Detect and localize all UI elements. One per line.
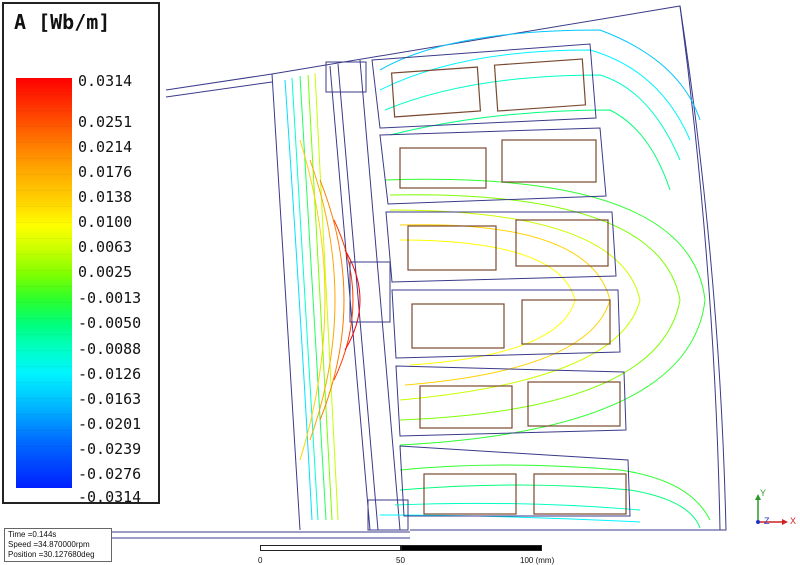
legend-title: A [Wb/m] [14, 10, 111, 34]
axis-z-label: Z [764, 516, 770, 526]
legend-tick: 0.0100 [78, 213, 133, 231]
legend-tick: 0.0251 [78, 113, 133, 131]
legend-tick: 0.0214 [78, 138, 133, 156]
color-legend: A [Wb/m] 0.0314 0.0251 0.0214 0.0176 0.0138 0… [2, 2, 160, 506]
simulation-info-box: Time =0.144s Speed =34.870000rpm Positio… [4, 528, 112, 562]
scale-bar-segment-black [401, 545, 542, 551]
info-position: Position =30.127680deg [8, 550, 95, 559]
axis-x-label: X [790, 516, 797, 526]
info-speed: Speed =34.870000rpm [8, 540, 90, 549]
legend-tick: 0.0314 [78, 72, 133, 90]
legend-ticks: 0.0314 0.0251 0.0214 0.0176 0.0138 0.0100 0.00… [78, 72, 160, 506]
legend-tick: -0.0276 [78, 465, 142, 483]
legend-tick: -0.0126 [78, 365, 142, 383]
info-time: Time =0.144s [8, 530, 57, 539]
scale-bar [260, 545, 542, 553]
scale-bar-segment-white [260, 545, 401, 551]
legend-tick: -0.0239 [78, 440, 142, 458]
legend-tick: 0.0176 [78, 163, 133, 181]
legend-tick: 0.0025 [78, 263, 133, 281]
legend-tick: -0.0050 [78, 314, 142, 332]
legend-color-bar [16, 78, 72, 488]
magnet-region [325, 61, 409, 531]
legend-tick: -0.0201 [78, 415, 142, 433]
machine-boundary [271, 5, 727, 531]
legend-tick: -0.0163 [78, 390, 142, 408]
axis-triad: Y X Z [744, 486, 798, 528]
stator-slots [371, 43, 631, 517]
legend-tick: -0.0013 [78, 289, 142, 307]
legend-tick: -0.0314 [78, 488, 142, 506]
legend-tick: 0.0063 [78, 238, 133, 256]
axis-y-label: Y [760, 488, 767, 498]
legend-tick: -0.0088 [78, 340, 142, 358]
legend-tick: 0.0138 [78, 188, 133, 206]
